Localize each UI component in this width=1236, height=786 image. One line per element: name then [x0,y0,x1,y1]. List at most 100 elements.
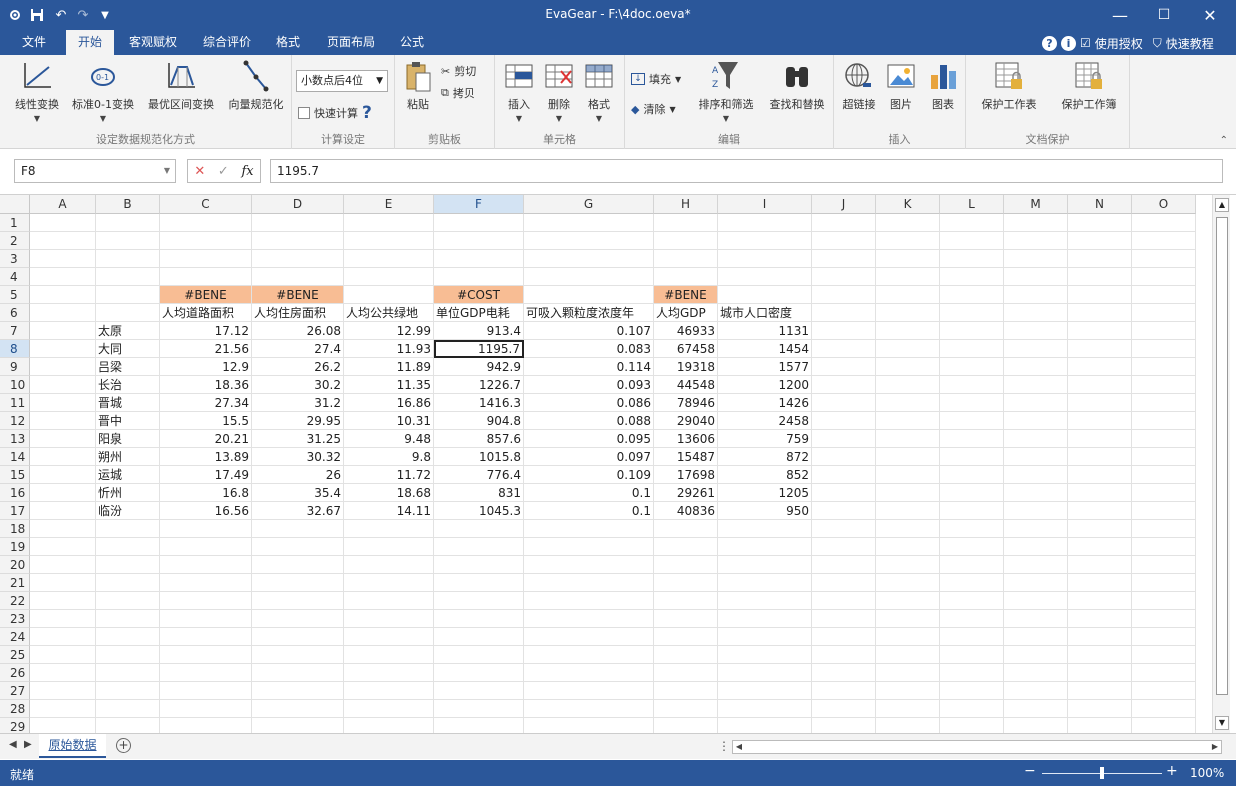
grid-cell[interactable] [30,430,96,448]
value-cell[interactable]: 11.93 [344,340,434,358]
tab-objective-weighting[interactable]: 客观赋权 [120,30,186,55]
grid-cell[interactable] [876,430,940,448]
grid-cell[interactable] [718,718,812,733]
grid-cell[interactable] [1004,628,1068,646]
grid-cell[interactable] [940,610,1004,628]
grid-cell[interactable] [1004,430,1068,448]
grid-cell[interactable] [524,214,654,232]
grid-cell[interactable] [344,574,434,592]
column-header[interactable]: J [812,195,876,214]
value-cell[interactable]: 1226.7 [434,376,524,394]
row-header[interactable]: 18 [0,520,30,538]
grid-cell[interactable] [160,556,252,574]
grid-cell[interactable] [940,286,1004,304]
column-header[interactable]: E [344,195,434,214]
minimize-button[interactable]: — [1100,0,1140,30]
grid-cell[interactable] [1132,682,1196,700]
grid-cell[interactable] [812,268,876,286]
grid-cell[interactable] [876,394,940,412]
grid-cell[interactable] [940,268,1004,286]
column-header[interactable]: H [654,195,718,214]
grid-cell[interactable] [876,484,940,502]
value-cell[interactable]: 19318 [654,358,718,376]
grid-cell[interactable] [1132,646,1196,664]
grid-cell[interactable] [434,538,524,556]
value-cell[interactable]: 852 [718,466,812,484]
grid-cell[interactable] [344,718,434,733]
confirm-edit-icon[interactable]: ✓ [218,164,229,179]
value-cell[interactable]: 20.21 [160,430,252,448]
grid-cell[interactable] [96,610,160,628]
grid-cell[interactable] [96,520,160,538]
grid-cell[interactable] [1004,412,1068,430]
grid-cell[interactable] [1068,376,1132,394]
grid-cell[interactable] [1004,304,1068,322]
value-cell[interactable]: 16.86 [344,394,434,412]
sheet-tab-raw-data[interactable]: 原始数据 [39,734,106,758]
grid-cell[interactable] [876,628,940,646]
hyperlink-button[interactable]: 超链接 [838,59,880,112]
tab-page-layout[interactable]: 页面布局 [318,30,384,55]
grid-cell[interactable] [940,322,1004,340]
grid-cell[interactable] [1132,394,1196,412]
grid-cell[interactable] [1132,322,1196,340]
grid-cell[interactable] [30,682,96,700]
grid-cell[interactable] [812,340,876,358]
value-cell[interactable]: 759 [718,430,812,448]
value-cell[interactable]: 0.107 [524,322,654,340]
grid-cell[interactable] [940,340,1004,358]
grid-cell[interactable] [812,358,876,376]
grid-cell[interactable] [654,538,718,556]
row-header[interactable]: 23 [0,610,30,628]
value-cell[interactable]: 44548 [654,376,718,394]
grid-cell[interactable] [1068,700,1132,718]
grid-cell[interactable] [434,556,524,574]
grid-cell[interactable] [1068,502,1132,520]
grid-cell[interactable] [96,286,160,304]
row-header[interactable]: 11 [0,394,30,412]
grid-cell[interactable] [1004,502,1068,520]
grid-cell[interactable] [30,664,96,682]
grid-cell[interactable] [812,628,876,646]
row-header[interactable]: 2 [0,232,30,250]
grid-cell[interactable] [876,718,940,733]
value-cell[interactable]: 1015.8 [434,448,524,466]
grid-cell[interactable] [524,538,654,556]
criterion-type-tag[interactable]: #BENE [160,286,252,304]
grid-cell[interactable] [160,664,252,682]
grid-cell[interactable] [876,466,940,484]
row-header[interactable]: 20 [0,556,30,574]
grid-cell[interactable] [434,664,524,682]
value-cell[interactable]: 17698 [654,466,718,484]
grid-cell[interactable] [718,250,812,268]
grid-cell[interactable] [812,448,876,466]
grid-cell[interactable] [1132,250,1196,268]
value-cell[interactable]: 11.72 [344,466,434,484]
value-cell[interactable]: 904.8 [434,412,524,430]
grid-cell[interactable] [718,286,812,304]
grid-cell[interactable] [812,286,876,304]
sort-filter-button[interactable]: AZ 排序和筛选 ▼ [693,59,759,123]
grid-cell[interactable] [1132,214,1196,232]
grid-cell[interactable] [30,394,96,412]
horizontal-scrollbar[interactable]: ◀ ▶ [732,740,1222,754]
row-header[interactable]: 25 [0,646,30,664]
grid-cell[interactable] [1004,466,1068,484]
grid-cell[interactable] [812,304,876,322]
value-cell[interactable]: 21.56 [160,340,252,358]
grid-cell[interactable] [434,214,524,232]
grid-cell[interactable] [654,250,718,268]
grid-cell[interactable] [1068,358,1132,376]
value-cell[interactable]: 32.67 [252,502,344,520]
grid-cell[interactable] [1132,430,1196,448]
grid-cell[interactable] [1068,430,1132,448]
grid-cell[interactable] [1004,322,1068,340]
grid-cell[interactable] [524,700,654,718]
value-cell[interactable]: 0.097 [524,448,654,466]
tutorial-link[interactable]: 快速教程 [1166,35,1214,52]
grid-cell[interactable] [434,574,524,592]
city-name-cell[interactable]: 忻州 [96,484,160,502]
grid-cell[interactable] [30,376,96,394]
value-cell[interactable]: 1200 [718,376,812,394]
clear-button[interactable]: ◆ 清除 ▼ [631,101,676,117]
